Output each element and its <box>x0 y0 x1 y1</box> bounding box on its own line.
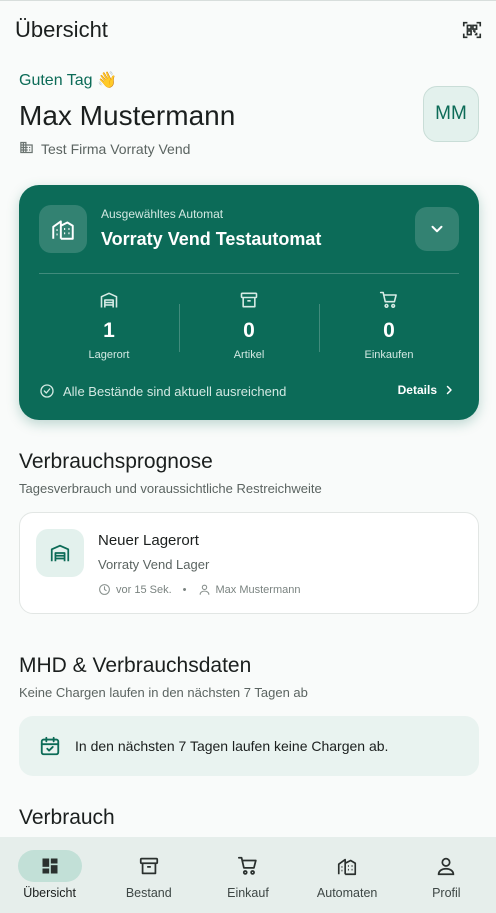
building-icon <box>19 140 34 158</box>
stock-status: Alle Bestände sind aktuell ausreichend <box>39 383 286 399</box>
nav-label: Übersicht <box>23 886 76 900</box>
section-title-mhd: MHD & Verbrauchsdaten <box>19 654 252 677</box>
qr-scan-icon[interactable] <box>460 18 484 42</box>
forecast-item-title: Neuer Lagerort <box>98 532 199 549</box>
nav-item-uebersicht[interactable]: Übersicht <box>2 837 98 913</box>
archive-box-icon <box>117 850 181 882</box>
details-label: Details <box>397 383 437 397</box>
machine-name: Vorraty Vend Testautomat <box>101 229 322 249</box>
stat-label: Einkaufen <box>364 349 414 361</box>
warehouse-icon <box>36 529 84 577</box>
avatar[interactable]: MM <box>423 86 479 142</box>
nav-item-einkauf[interactable]: Einkauf <box>200 837 296 913</box>
building-icon <box>39 205 87 253</box>
stat-label: Artikel <box>233 349 265 361</box>
section-title-consumption: Verbrauch <box>19 806 115 829</box>
section-title-forecast: Verbrauchsprognose <box>19 450 213 473</box>
forecast-item-user: Max Mustermann <box>215 583 301 596</box>
nav-label: Bestand <box>125 886 172 900</box>
nav-label: Einkauf <box>227 886 269 900</box>
user-name: Max Mustermann <box>19 100 236 131</box>
warehouse-icon <box>99 289 119 311</box>
chevron-right-icon <box>446 385 452 395</box>
page-title: Übersicht <box>15 16 108 42</box>
nav-item-bestand[interactable]: Bestand <box>101 837 197 913</box>
person-icon <box>414 850 478 882</box>
cart-icon <box>216 850 280 882</box>
stat-artikel[interactable]: 0 Artikel <box>179 289 319 369</box>
nav-item-automaten[interactable]: Automaten <box>299 837 395 913</box>
clock-icon <box>99 584 110 595</box>
nav-label: Profil <box>432 886 461 900</box>
stat-lagerort[interactable]: 1 Lagerort <box>39 289 179 369</box>
section-subtitle-mhd: Keine Chargen laufen in den nächsten 7 T… <box>19 685 308 700</box>
separator-dot: • <box>182 583 187 596</box>
nav-label: Automaten <box>316 886 378 900</box>
details-link[interactable]: Details <box>398 383 455 397</box>
company-name: Test Firma Vorraty Vend <box>41 141 191 157</box>
forecast-item-card[interactable]: Neuer Lagerort Vorraty Vend Lager vor 15… <box>19 512 479 614</box>
mhd-info-text: In den nächsten 7 Tagen laufen keine Cha… <box>75 738 389 754</box>
stat-value: 0 <box>383 319 395 342</box>
machine-stats: 1 Lagerort 0 Artikel 0 Einkaufen <box>39 289 459 369</box>
stat-label: Lagerort <box>88 349 130 361</box>
greeting-text: Guten Tag 👋 <box>19 72 117 89</box>
company-row: Test Firma Vorraty Vend <box>19 140 190 158</box>
stat-value: 1 <box>103 319 115 342</box>
stock-status-text: Alle Bestände sind aktuell ausreichend <box>63 383 287 399</box>
building-icon <box>315 850 379 882</box>
machine-label: Ausgewähltes Automat <box>101 207 224 221</box>
selected-machine-card: Ausgewähltes Automat Vorraty Vend Testau… <box>19 185 479 420</box>
machine-select-button[interactable] <box>415 207 459 251</box>
forecast-item-subtitle: Vorraty Vend Lager <box>98 557 210 572</box>
archive-box-icon <box>239 289 259 311</box>
stat-einkaufen[interactable]: 0 Einkaufen <box>319 289 459 369</box>
nav-item-profil[interactable]: Profil <box>398 837 494 913</box>
calendar-check-icon <box>40 736 60 756</box>
bottom-navigation: Übersicht Bestand Einkauf Automaten Prof… <box>0 837 496 913</box>
cart-icon <box>379 289 399 311</box>
mhd-info-box: In den nächsten 7 Tagen laufen keine Cha… <box>19 716 479 776</box>
dashboard-icon <box>17 850 82 882</box>
forecast-item-time: vor 15 Sek. <box>116 583 172 596</box>
app-bar: Übersicht <box>0 0 496 58</box>
forecast-item-meta: vor 15 Sek. • Max Mustermann <box>98 583 300 596</box>
check-circle-icon <box>40 384 54 398</box>
divider <box>39 273 459 274</box>
stat-value: 0 <box>243 319 255 342</box>
chevron-down-icon <box>431 225 443 233</box>
person-icon <box>199 584 209 595</box>
section-subtitle-forecast: Tagesverbrauch und voraussichtliche Rest… <box>19 481 322 496</box>
